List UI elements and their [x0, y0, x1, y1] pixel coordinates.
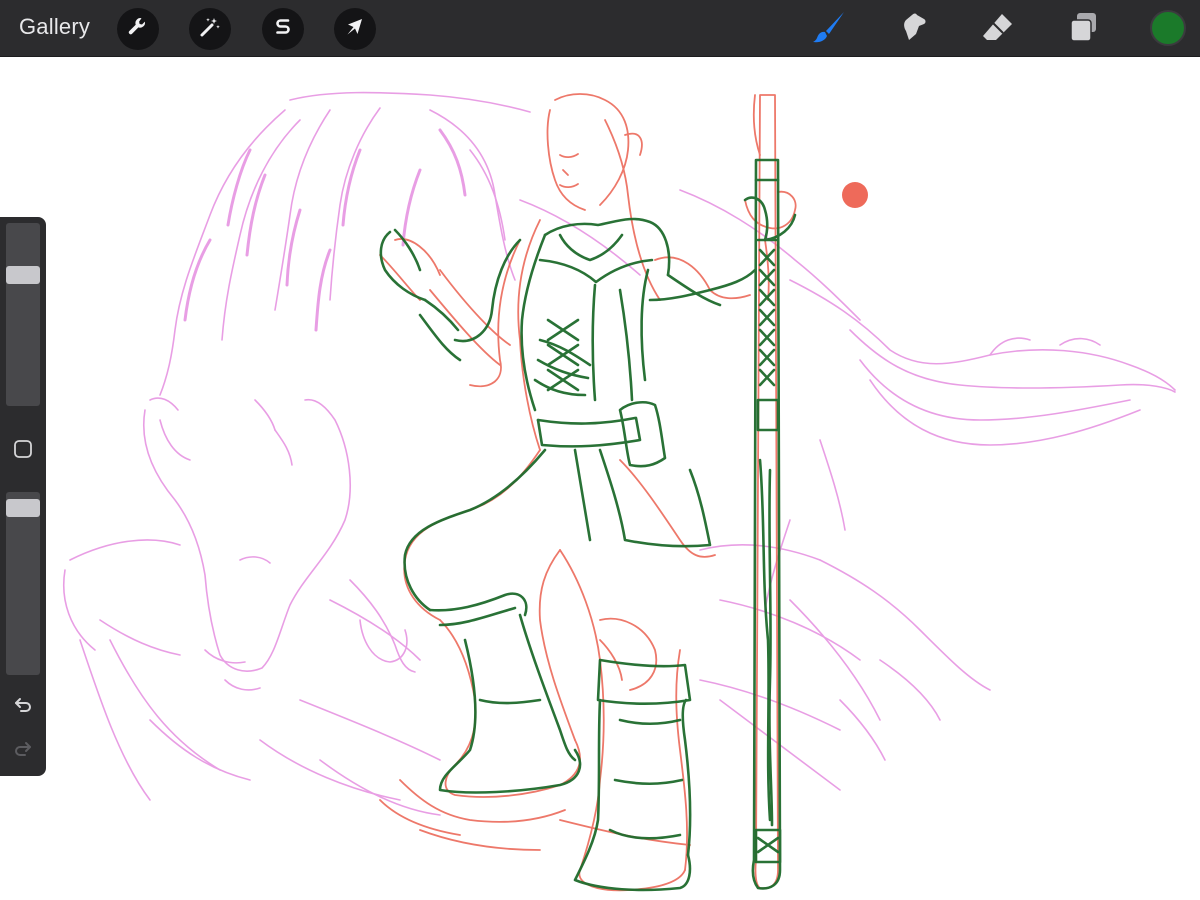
redo-icon: [12, 742, 34, 763]
figure-sketch-layer: [379, 93, 797, 892]
figure-lineart-layer: [379, 158, 797, 892]
left-sidebar: [0, 217, 46, 776]
brush-size-handle[interactable]: [6, 266, 40, 284]
opacity-slider[interactable]: [6, 492, 40, 675]
transform-arrow-icon: [343, 15, 367, 44]
actions-button[interactable]: [117, 8, 159, 50]
top-toolbar: Gallery: [0, 0, 1200, 57]
square-icon: [13, 440, 33, 463]
brush-size-slider[interactable]: [6, 223, 40, 406]
magic-wand-icon: [198, 15, 222, 44]
eraser-icon: [979, 9, 1015, 50]
accent-dot: [842, 182, 868, 208]
redo-button[interactable]: [12, 737, 34, 759]
layers-button[interactable]: [1062, 8, 1104, 50]
adjustments-button[interactable]: [189, 8, 231, 50]
gallery-button[interactable]: Gallery: [19, 14, 90, 40]
brush-tool-button[interactable]: [808, 8, 850, 50]
selection-button[interactable]: [262, 8, 304, 50]
drawing-canvas[interactable]: [0, 57, 1200, 900]
selection-s-icon: [271, 15, 295, 44]
smudge-icon: [895, 9, 931, 50]
undo-button[interactable]: [12, 693, 34, 715]
undo-icon: [12, 698, 34, 719]
transform-button[interactable]: [334, 8, 376, 50]
wrench-icon: [126, 15, 150, 44]
layers-icon: [1065, 9, 1101, 50]
modify-button[interactable]: [13, 439, 33, 459]
wolf-sketch-layer: [63, 91, 1176, 816]
opacity-handle[interactable]: [6, 499, 40, 517]
smudge-tool-button[interactable]: [892, 8, 934, 50]
eraser-tool-button[interactable]: [976, 8, 1018, 50]
color-picker-button[interactable]: [1150, 10, 1186, 46]
brush-icon: [811, 9, 847, 50]
